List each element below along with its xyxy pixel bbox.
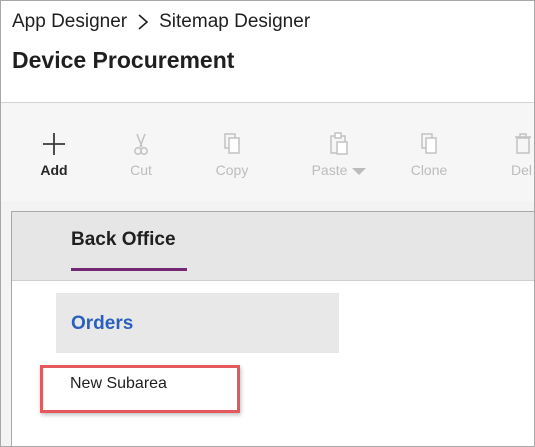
clone-button[interactable]: Clone xyxy=(399,131,459,189)
copy-button[interactable]: Copy xyxy=(202,131,262,189)
breadcrumb-sitemap-designer: Sitemap Designer xyxy=(159,11,311,32)
scissors-icon xyxy=(134,133,148,155)
area-tab-back-office[interactable]: Back Office xyxy=(71,225,187,271)
plus-icon xyxy=(43,133,65,155)
breadcrumb: App Designer Sitemap Designer xyxy=(12,10,310,34)
trash-icon xyxy=(515,133,531,154)
cut-button[interactable]: Cut xyxy=(111,131,171,189)
copy-label: Copy xyxy=(215,162,249,178)
clone-label: Clone xyxy=(410,162,448,178)
cut-label: Cut xyxy=(130,162,152,178)
group-label: Orders xyxy=(71,313,134,334)
chevron-down-icon xyxy=(352,167,367,175)
sitemap-canvas: Back Office Orders New Subarea xyxy=(11,211,534,446)
copy-icon xyxy=(224,133,240,154)
subarea-new[interactable]: New Subarea xyxy=(70,375,167,393)
designer-canvas-area: Back Office Orders New Subarea xyxy=(1,201,534,446)
clone-icon xyxy=(421,133,437,154)
chevron-right-icon xyxy=(138,14,149,30)
add-label: Add xyxy=(40,162,68,178)
paste-label: Paste xyxy=(311,162,348,178)
toolbar: Add Cut Copy Paste Clone Del xyxy=(1,103,534,202)
clipboard-icon xyxy=(330,132,348,155)
area-header[interactable]: Back Office xyxy=(12,212,534,281)
delete-label: Del xyxy=(511,162,533,178)
breadcrumb-app-designer[interactable]: App Designer xyxy=(12,11,127,33)
add-button[interactable]: Add xyxy=(24,131,84,189)
group-orders[interactable]: Orders xyxy=(56,293,339,353)
paste-button[interactable]: Paste xyxy=(303,131,375,189)
header: App Designer Sitemap Designer Device Pro… xyxy=(1,1,534,103)
delete-button[interactable]: Del xyxy=(493,131,534,189)
app-window: App Designer Sitemap Designer Device Pro… xyxy=(0,0,535,447)
page-title: Device Procurement xyxy=(12,47,235,73)
area-label: Back Office xyxy=(71,229,176,250)
area-selected-underline xyxy=(71,268,187,271)
